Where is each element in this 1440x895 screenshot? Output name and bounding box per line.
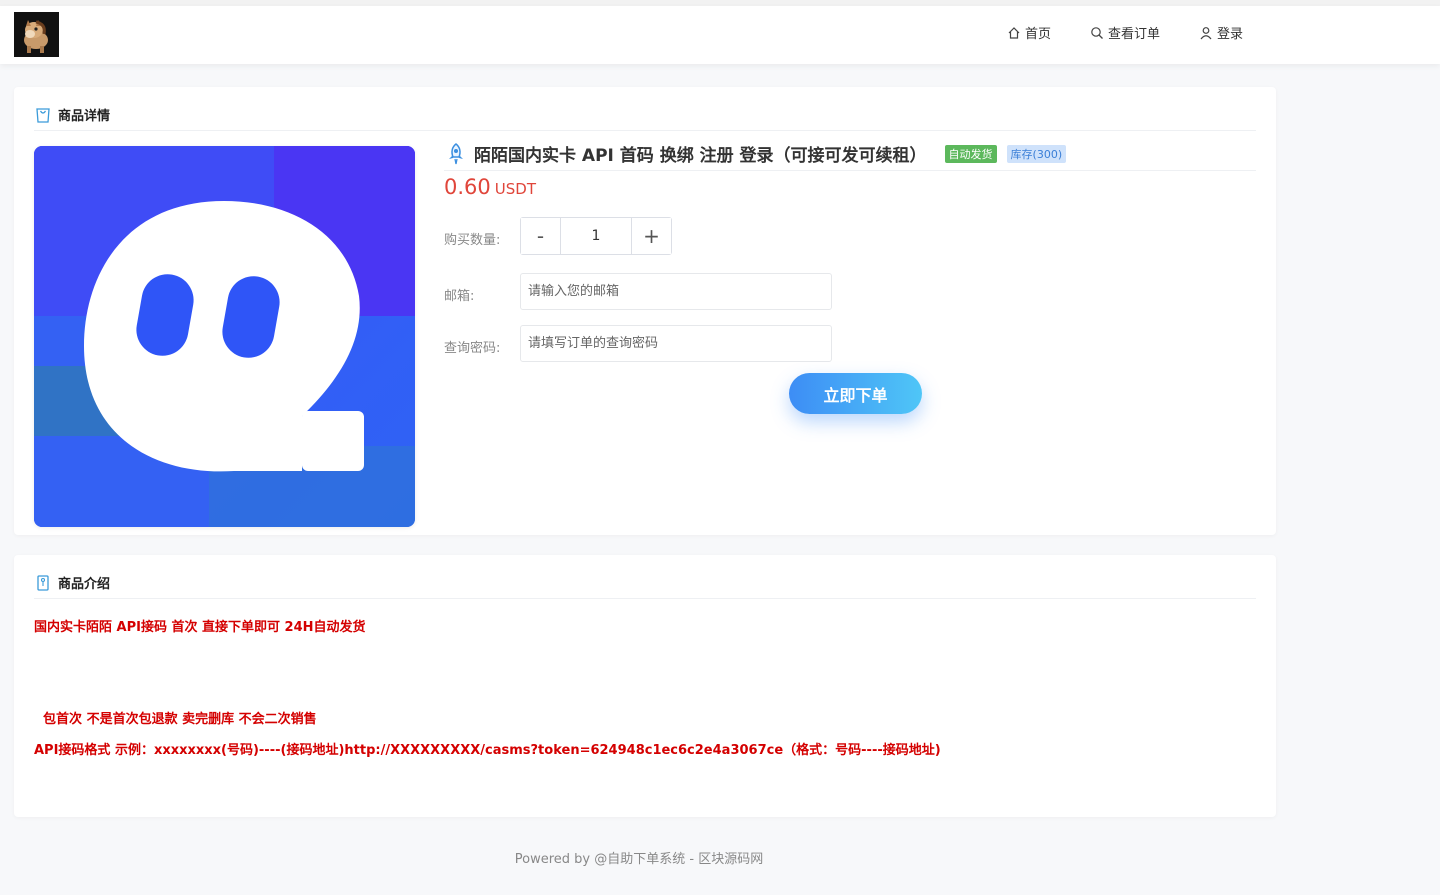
nav-login-label: 登录 <box>1217 27 1244 42</box>
product-price: 0.60 USDT <box>444 175 536 199</box>
product-title-row: 陌陌国内实卡 API 首码 换绑 注册 登录（可接可发可续租） 自动发货 库存(… <box>444 137 1256 171</box>
place-order-button[interactable]: 立即下单 <box>789 373 922 414</box>
stock-badge: 库存(300) <box>1006 144 1067 163</box>
shopping-bag-icon <box>34 106 52 124</box>
nav-orders-label: 查看订单 <box>1108 27 1161 42</box>
quantity-decrease-button[interactable]: - <box>521 218 560 254</box>
product-image <box>34 146 415 527</box>
detail-card-header: 商品详情 <box>34 101 1256 131</box>
query-password-input[interactable] <box>520 325 832 362</box>
intro-card-header: 商品介绍 <box>34 569 1256 599</box>
price-value: 0.60 <box>444 175 491 199</box>
rocket-icon <box>444 142 468 166</box>
product-intro-card: 商品介绍 国内实卡陌陌 API接码 首次 直接下单即可 24H自动发货 包首次 … <box>14 555 1276 817</box>
quantity-value[interactable]: 1 <box>560 218 632 254</box>
nav-orders-link[interactable]: 查看订单 <box>1089 23 1160 42</box>
nav-home-label: 首页 <box>1025 27 1052 42</box>
quantity-increase-button[interactable]: + <box>632 218 671 254</box>
product-title: 陌陌国内实卡 API 首码 换绑 注册 登录（可接可发可续租） <box>474 146 927 166</box>
search-icon <box>1089 25 1105 41</box>
site-logo[interactable] <box>14 12 59 57</box>
user-icon <box>1198 25 1214 41</box>
quantity-stepper: - 1 + <box>520 217 672 255</box>
price-currency: USDT <box>494 180 536 198</box>
nav-login-link[interactable]: 登录 <box>1198 23 1243 42</box>
auto-delivery-badge: 自动发货 <box>944 144 997 163</box>
detail-card-title: 商品详情 <box>58 109 111 124</box>
intro-line-3: API接码格式 示例：xxxxxxxx(号码)----(接码地址)http://… <box>34 743 941 758</box>
tag-icon <box>34 574 52 592</box>
quantity-label: 购买数量: <box>444 233 501 248</box>
product-detail-card: 商品详情 陌陌国内实卡 API 首码 换绑 注册 登录（可接可发可续租） 自动发… <box>14 87 1276 535</box>
home-icon <box>1006 25 1022 41</box>
intro-line-2: 包首次 不是首次包退款 卖完删库 不会二次销售 <box>34 712 317 727</box>
email-input[interactable] <box>520 273 832 310</box>
intro-card-title: 商品介绍 <box>58 577 111 592</box>
email-label: 邮箱: <box>444 289 475 304</box>
query-password-label: 查询密码: <box>444 341 501 356</box>
intro-line-1: 国内实卡陌陌 API接码 首次 直接下单即可 24H自动发货 <box>34 620 366 635</box>
footer-text: Powered by @自助下单系统 - 区块源码网 <box>514 852 764 867</box>
navbar: 首页 查看订单 登录 <box>0 6 1440 64</box>
nav-home-link[interactable]: 首页 <box>1006 23 1051 42</box>
